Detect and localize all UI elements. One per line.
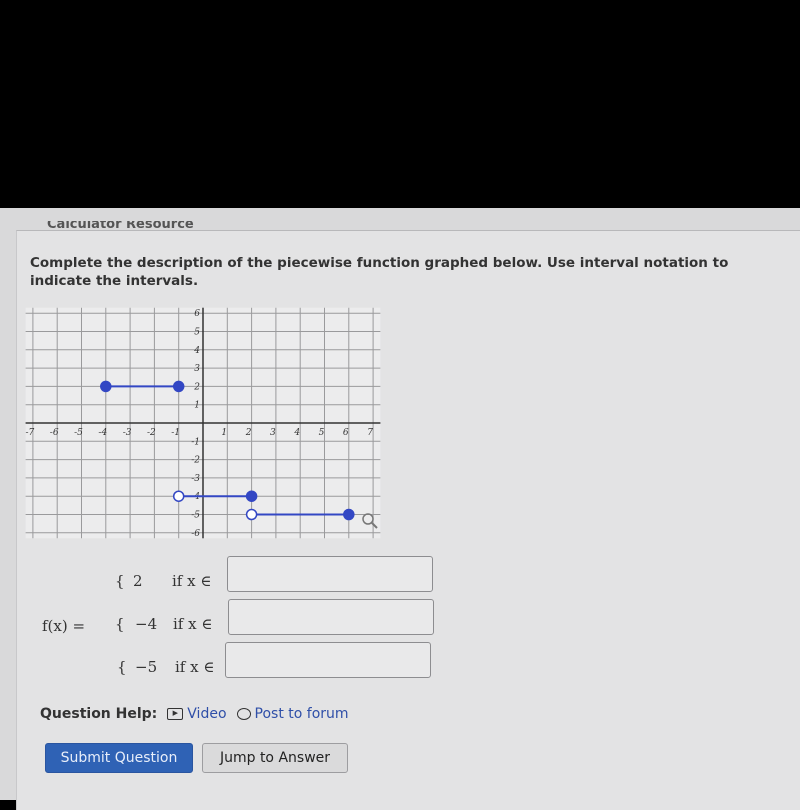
post-to-forum-label: Post to forum xyxy=(254,706,349,722)
y-tick-label: -2 xyxy=(191,456,200,466)
x-tick-label: 5 xyxy=(319,428,325,438)
y-tick-label: 3 xyxy=(194,364,200,374)
piece-1-interval-input[interactable] xyxy=(227,556,433,592)
y-tick-label: -3 xyxy=(191,474,200,484)
x-tick-label: 4 xyxy=(293,428,300,438)
y-tick-label: -6 xyxy=(191,529,200,539)
jump-to-answer-button[interactable]: Jump to Answer xyxy=(202,743,348,773)
y-tick-label: 2 xyxy=(193,382,200,392)
piece-2-brace: { xyxy=(115,615,125,633)
x-tick-label: -6 xyxy=(50,428,59,438)
video-link-label: Video xyxy=(187,706,227,722)
open-endpoint xyxy=(245,508,258,521)
open-endpoint xyxy=(172,490,185,502)
x-tick-label: 1 xyxy=(221,428,227,438)
video-link[interactable]: ▶ Video xyxy=(167,706,227,722)
x-tick-label: 6 xyxy=(343,428,349,438)
piecewise-graph[interactable]: -7 -6 -5 -4 -3 -2 -1 1 2 3 4 5 6 7 -6 -5 -4 -3 -2 -1 1 2 3 4 5 6 xyxy=(20,300,390,545)
piece-3-brace: { xyxy=(117,658,127,676)
closed-endpoint xyxy=(343,508,355,521)
piece-3-condition: if x ∈ xyxy=(175,658,215,676)
y-tick-label: 5 xyxy=(194,328,200,338)
post-to-forum-link[interactable]: Post to forum xyxy=(236,706,349,722)
piece-1-brace: { xyxy=(115,572,125,590)
x-tick-label: -5 xyxy=(74,428,83,438)
piece-3-interval-input[interactable] xyxy=(225,642,431,678)
x-tick-label: 2 xyxy=(245,428,252,438)
submit-question-button[interactable]: Submit Question xyxy=(45,743,193,773)
piece-1-value: 2 xyxy=(133,572,143,590)
function-lhs: f(x) = xyxy=(42,617,86,635)
y-tick-label: -4 xyxy=(191,492,200,502)
question-help-label: Question Help: xyxy=(40,706,158,722)
y-tick-label: -5 xyxy=(191,511,200,521)
x-tick-label: -7 xyxy=(26,428,35,438)
x-tick-label: 3 xyxy=(270,428,276,438)
speech-bubble-icon xyxy=(236,708,251,720)
y-tick-label: -1 xyxy=(191,437,200,447)
closed-endpoint xyxy=(100,380,112,393)
x-tick-label: -3 xyxy=(123,428,132,438)
x-tick-label: 7 xyxy=(367,428,373,438)
question-prompt: Complete the description of the piecewis… xyxy=(30,255,729,289)
piece-2-value: −4 xyxy=(135,615,158,633)
video-icon: ▶ xyxy=(167,708,184,720)
question-help: Question Help: ▶ Video Post to forum xyxy=(40,706,349,722)
x-tick-label: -2 xyxy=(147,428,156,438)
piece-2-interval-input[interactable] xyxy=(228,599,434,635)
y-tick-label: 1 xyxy=(194,401,200,411)
closed-endpoint xyxy=(245,490,258,502)
y-tick-label: 6 xyxy=(194,309,200,319)
y-tick-label: 4 xyxy=(193,346,200,356)
closed-endpoint xyxy=(172,380,185,393)
x-tick-label: -1 xyxy=(171,428,180,438)
piece-3-value: −5 xyxy=(135,658,158,676)
x-tick-label: -4 xyxy=(98,428,107,438)
piece-1-condition: if x ∈ xyxy=(172,572,212,590)
piece-2-condition: if x ∈ xyxy=(173,615,213,633)
header-partial-title: Calculator Resource xyxy=(47,221,194,232)
